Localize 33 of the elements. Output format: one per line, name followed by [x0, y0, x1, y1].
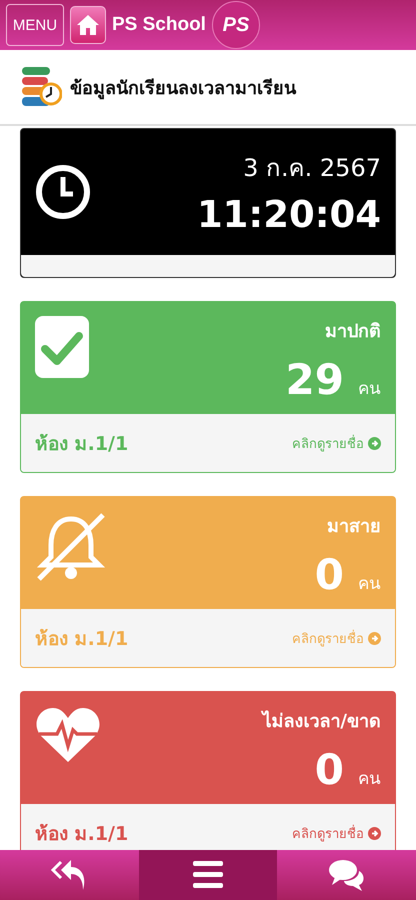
chat-icon — [328, 859, 365, 891]
app-name: PS School — [112, 14, 206, 36]
view-names-link[interactable]: คลิกดูรายชื่อ — [292, 432, 381, 454]
count-unit: คน — [358, 573, 381, 596]
books-clock-icon — [22, 65, 62, 109]
heartbeat-icon — [35, 706, 101, 764]
app-logo: PS — [212, 1, 260, 49]
arrow-circle-icon — [368, 436, 381, 450]
status-label: ไม่ลงเวลา/ขาด — [262, 709, 381, 734]
student-count: 0 — [314, 550, 344, 599]
arrow-circle-icon — [368, 826, 381, 840]
status-label: มาปกติ — [325, 320, 381, 344]
nav-button[interactable] — [138, 850, 278, 900]
room-label: ห้อง ม.1/1 — [35, 432, 128, 457]
page-title: ข้อมูลนักเรียนลงเวลามาเรียน — [70, 76, 296, 102]
count-unit: คน — [358, 768, 381, 791]
count-unit: คน — [358, 378, 381, 401]
room-label: ห้อง ม.1/1 — [35, 627, 128, 652]
date-text: 3 ก.ค. 2567 — [243, 153, 381, 184]
checkbox-icon — [35, 316, 89, 378]
arrow-circle-icon — [368, 632, 381, 644]
menu-button[interactable]: MENU — [6, 4, 64, 46]
view-names-link[interactable]: คลิกดูรายชื่อ — [292, 822, 381, 844]
muted-bell-icon — [35, 511, 107, 583]
home-icon — [76, 14, 100, 36]
menu-icon — [193, 861, 223, 889]
student-count: 29 — [286, 355, 344, 404]
clock-icon — [35, 164, 91, 220]
time-text: 11:20:04 — [196, 193, 381, 236]
student-count: 0 — [314, 745, 344, 794]
home-button[interactable] — [70, 6, 106, 44]
status-label: มาสาย — [327, 515, 381, 539]
room-label: ห้อง ม.1/1 — [35, 822, 128, 847]
